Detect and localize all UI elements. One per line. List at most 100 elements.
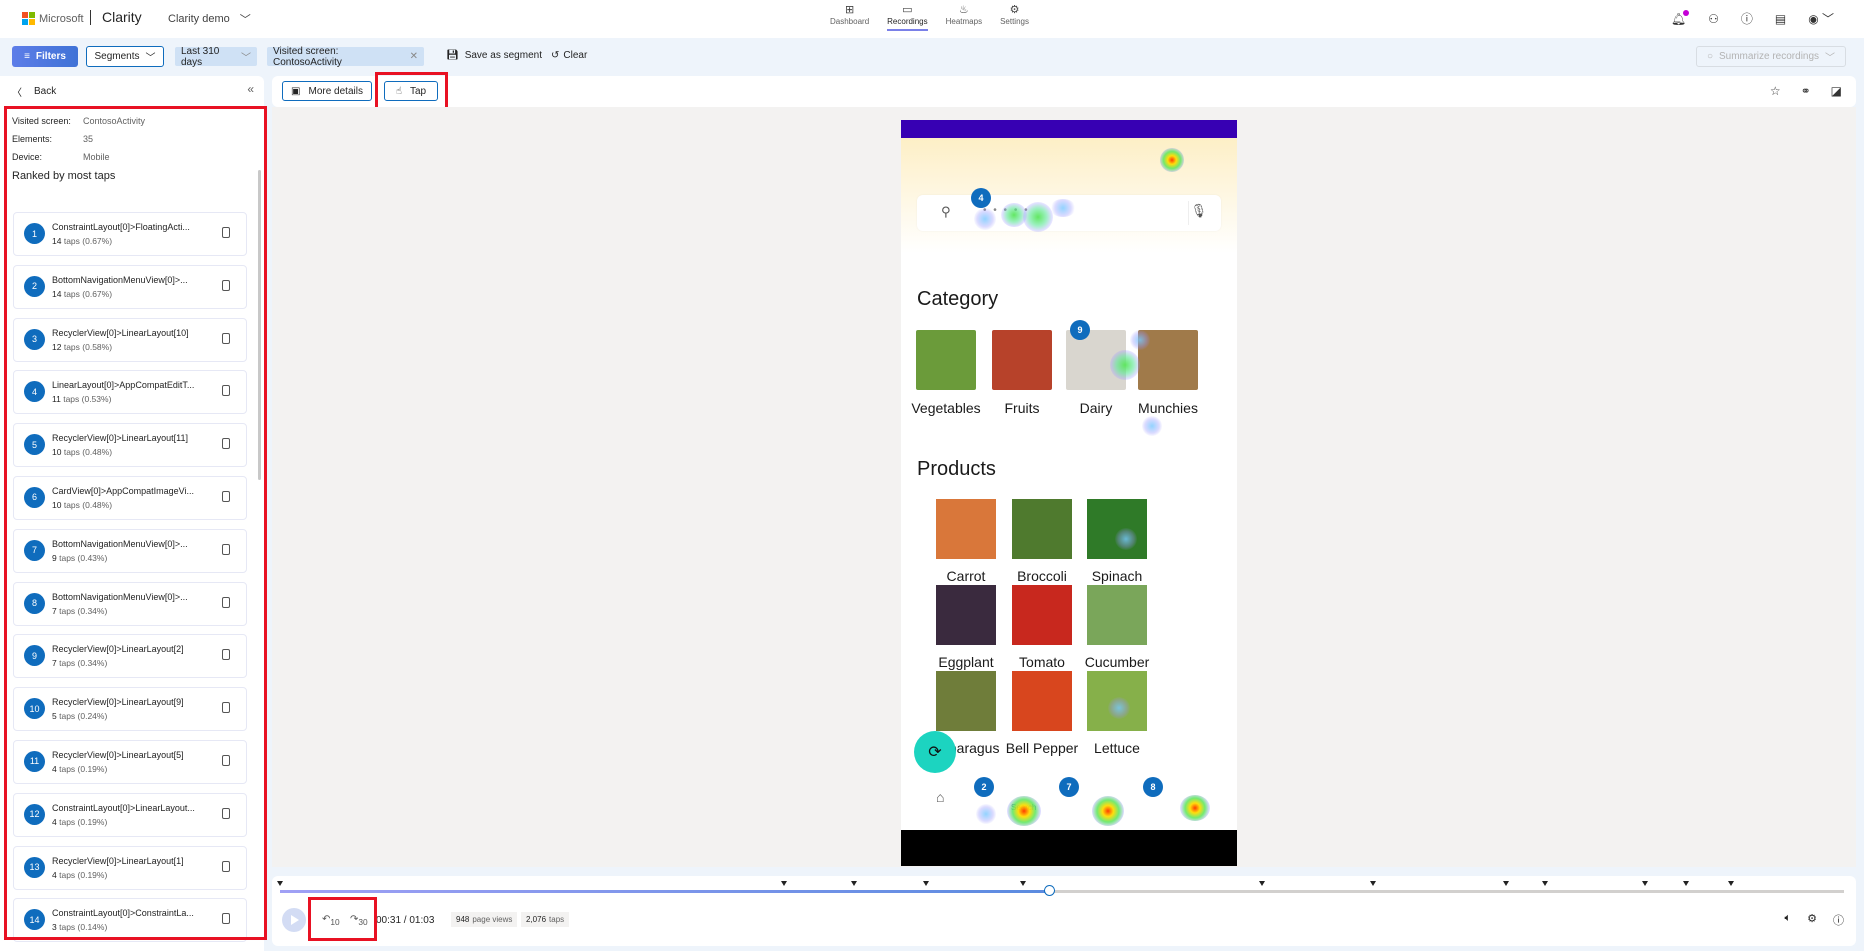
timeline-event-marker[interactable] [922,881,929,886]
clear-button[interactable]: ↺ Clear [551,50,587,61]
tap-list-item[interactable]: 1 ConstraintLayout[0]>FloatingActi... 14 t… [13,212,247,256]
timeline-event-marker[interactable] [1019,881,1026,886]
star-icon[interactable]: ☆ [1770,84,1781,98]
project-selector[interactable]: Clarity demo ﹀ [168,11,251,27]
tap-list-item[interactable]: 9 RecyclerView[0]>LinearLayout[2] 7 taps (… [13,634,247,679]
tap-list-item[interactable]: 13 RecyclerView[0]>LinearLayout[1] 4 taps … [13,845,247,890]
info-icon[interactable]: ⓘ [1833,912,1844,928]
nav-dashboard[interactable]: ⊞ Dashboard [830,3,869,31]
copy-icon[interactable] [222,702,230,714]
nav-settings[interactable]: ⚙ Settings [1000,3,1029,31]
play-button[interactable] [282,908,306,932]
timeline-event-marker[interactable] [1642,881,1649,886]
timeline-event-marker[interactable] [850,881,857,886]
tap-count-value: 12 [52,341,62,352]
copy-icon[interactable] [222,385,230,397]
home-icon[interactable]: ⌂ [936,789,944,805]
nav-recordings[interactable]: ▭ Recordings [887,3,928,31]
summarize-recordings-button[interactable]: ○ Summarize recordings ﹀ [1696,46,1846,67]
remove-filter-icon[interactable]: ✕ [410,51,418,62]
dashboard-icon: ⊞ [844,4,855,16]
collapse-panel-icon[interactable]: « [247,82,254,96]
timeline-event-marker[interactable] [1370,881,1377,886]
tap-rank-badge[interactable]: 4 [971,188,991,208]
copy-icon[interactable] [222,543,230,555]
search-icon: ⚲ [941,204,951,219]
share-users-icon[interactable]: ⚇ [1708,12,1719,26]
copy-icon[interactable] [222,913,230,925]
copy-icon[interactable] [222,807,230,819]
app-search-box[interactable]: ⚲ • • • • • 🎙︎ [917,195,1221,231]
copy-icon[interactable] [222,754,230,766]
system-nav-bar [901,830,1237,866]
copy-icon[interactable] [222,332,230,344]
tap-count: 12 taps (0.58%) [52,342,112,352]
copy-icon[interactable] [222,438,230,450]
refresh-fab-icon[interactable]: ⟳ [914,731,956,773]
tap-list-item[interactable]: 4 LinearLayout[0]>AppCompatEditT... 11 tap… [13,370,247,415]
meta-value: ContosoActivity [83,116,146,126]
timeline-track[interactable] [277,881,1844,896]
tap-list-item[interactable]: 5 RecyclerView[0]>LinearLayout[11] 10 taps… [13,423,247,468]
tap-rank-badge[interactable]: 8 [1143,777,1163,797]
account-icon[interactable]: ◉ ﹀ [1808,10,1834,27]
copy-icon[interactable] [222,490,230,502]
tap-count: 3 taps (0.14%) [52,922,107,932]
tap-list-item[interactable]: 2 BottomNavigationMenuView[0]>... 14 taps … [13,264,247,309]
category-image [1138,330,1198,390]
timeline-event-marker[interactable] [1542,881,1549,886]
filters-button[interactable]: ≡ Filters [12,46,78,67]
tap-list-item[interactable]: 6 CardView[0]>AppCompatImageVi... 10 taps … [13,475,247,520]
timeline-event-marker[interactable] [1683,881,1690,886]
tap-list-item[interactable]: 7 BottomNavigationMenuView[0]>... 9 taps (… [13,528,247,573]
highlight-box [308,897,377,941]
timeline-scrubber[interactable] [1044,885,1056,896]
category-label: Munchies [1138,400,1198,416]
rank-badge: 14 [24,909,45,931]
timeline-event-marker[interactable] [780,881,787,886]
link-icon[interactable]: ⚭ [1801,84,1811,98]
timeline-event-marker[interactable] [1728,881,1735,886]
product-image [1012,499,1072,559]
category-item[interactable]: Munchies [1123,330,1213,416]
microphone-icon[interactable]: 🎙︎ [1190,203,1207,219]
tap-rank-badge[interactable]: 7 [1059,777,1079,797]
copy-icon[interactable] [222,227,230,238]
help-icon[interactable]: ⓘ [1741,10,1753,27]
copy-icon[interactable] [222,596,230,608]
nav-heatmaps[interactable]: ♨ Heatmaps [946,3,982,31]
search-tab-label[interactable]: Search [1011,803,1036,812]
tap-list-item[interactable]: 11 RecyclerView[0]>LinearLayout[5] 4 taps … [13,739,247,784]
panel-scrollbar[interactable] [258,170,261,480]
date-range-chip[interactable]: Last 310 days ﹀ [175,46,257,68]
element-path: ConstraintLayout[0]>ConstraintLa... [52,908,194,919]
back-button[interactable]: 〈 Back [12,84,56,99]
settings-gear-icon[interactable]: ⚙ [1807,912,1817,928]
more-details-button[interactable]: ▣ More details [282,81,372,101]
tap-list-item[interactable]: 10 RecyclerView[0]>LinearLayout[9] 5 taps … [13,687,247,732]
product-item[interactable]: Spinach [1072,499,1162,584]
volume-icon[interactable]: 🔈︎ [1785,912,1792,928]
tap-list-item[interactable]: 12 ConstraintLayout[0]>LinearLayout... 4 t… [13,792,247,837]
copy-icon[interactable] [222,649,230,661]
tap-list-item[interactable]: 8 BottomNavigationMenuView[0]>... 7 taps (… [13,581,247,626]
open-external-icon[interactable]: ◪ [1831,84,1842,98]
copy-icon[interactable] [222,860,230,872]
tap-list-item[interactable]: 14 ConstraintLayout[0]>ConstraintLa... 3 t… [13,898,247,943]
app-title[interactable]: Clarity [102,9,142,25]
tap-rank-badge[interactable]: 2 [974,777,994,797]
copy-icon[interactable] [222,279,230,291]
segments-dropdown[interactable]: Segments ﹀ [86,46,164,67]
tap-rank-badge[interactable]: 9 [1070,320,1090,340]
save-as-segment-button[interactable]: 💾︎ Save as segment [446,50,542,61]
product-item[interactable]: Lettuce [1072,671,1162,756]
timeline-event-marker[interactable] [1503,881,1510,886]
tap-list-item[interactable]: 3 RecyclerView[0]>LinearLayout[10] 12 taps… [13,317,247,362]
notification-bell-icon[interactable]: 🔔︎ [1671,9,1690,26]
visited-screen-chip[interactable]: Visited screen: ContosoActivity ✕ [267,46,424,68]
rank-badge: 3 [24,328,45,350]
product-item[interactable]: Cucumber [1072,585,1162,670]
timeline-event-marker[interactable] [277,881,283,886]
document-icon[interactable]: ▤ [1775,12,1786,26]
timeline-event-marker[interactable] [1259,881,1266,886]
